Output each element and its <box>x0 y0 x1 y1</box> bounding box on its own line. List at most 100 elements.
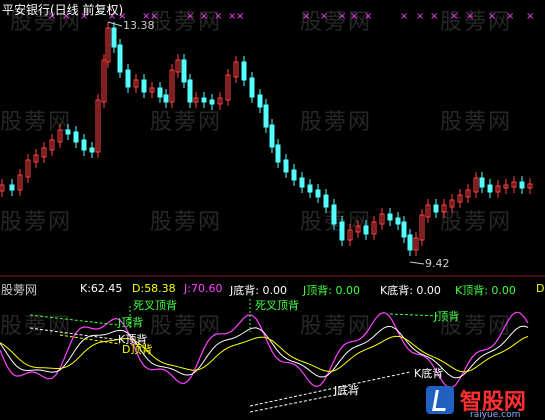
candle-body <box>323 194 329 208</box>
k-bottom-div-line <box>249 371 411 407</box>
site-logo: 智股网 raiyue.com <box>426 384 526 420</box>
j-value: J:70.60 <box>184 282 222 295</box>
candlestick-series <box>0 22 533 256</box>
logo-icon <box>426 386 454 414</box>
candle-body <box>81 139 87 151</box>
candle-body <box>401 221 407 238</box>
j-bottom-divergence-value: J底背: 0.00 <box>230 282 287 298</box>
k-top-divergence-value: K顶背: 0.00 <box>455 282 516 298</box>
logo-url: raiyue.com <box>470 410 521 420</box>
candle-body <box>387 213 393 221</box>
signal-marker: × <box>506 11 514 22</box>
d-truncated-label: D <box>536 282 545 295</box>
candle-body <box>479 177 485 188</box>
dead-cross-top-annotation: 死叉顶背 <box>255 299 299 312</box>
low-price-label: 9.42 <box>425 257 450 270</box>
candle-body <box>395 217 401 225</box>
k-number: 62.45 <box>90 282 123 295</box>
candle-body <box>519 181 525 189</box>
candle-body <box>331 204 337 225</box>
candle-body <box>407 234 413 251</box>
signal-marker: × <box>302 11 310 22</box>
j-top-divergence-value: J顶背: 0.00 <box>303 282 360 298</box>
signal-marker: × <box>214 11 222 22</box>
candle-body <box>269 124 275 148</box>
signal-marker: × <box>430 11 438 22</box>
signal-marker: × <box>338 11 346 22</box>
candle-body <box>315 189 321 198</box>
signal-marker: × <box>320 11 328 22</box>
chart-title: 平安银行(日线 前复权) <box>2 3 124 17</box>
j-bottom-annotation: J底背 <box>334 384 360 397</box>
j-top-annotation: J顶背 <box>118 316 144 329</box>
candle-body <box>249 77 255 98</box>
indicator-panel-label: 股蒡网 <box>1 283 38 297</box>
j-top-div-line <box>29 314 119 326</box>
j-bottom-div-number: 0.00 <box>262 284 287 297</box>
k-top-div-number: 0.00 <box>491 284 516 297</box>
signal-marker: × <box>450 11 458 22</box>
signal-marker: × <box>466 11 474 22</box>
j-top-annotation-2: J顶背 <box>434 310 460 323</box>
candle-body <box>257 94 263 108</box>
signal-marker: × <box>400 11 408 22</box>
j-bottom-div-label: J底背: <box>230 284 259 297</box>
price-annotations <box>107 21 425 265</box>
candle-body <box>201 97 207 103</box>
stock-chart-window: 股蒡网 股蒡网 股蒡网 股蒡网 股蒡网 股蒡网 股蒡网 股蒡网 股蒡网 股蒡网 … <box>0 0 545 420</box>
candle-body <box>363 225 369 235</box>
k-value: K:62.45 <box>80 282 122 295</box>
candle-body <box>163 94 169 103</box>
candle-body <box>73 131 79 143</box>
d-number: 58.38 <box>144 282 176 295</box>
low-pointer <box>409 261 425 265</box>
k-top-div-label: K顶背: <box>455 284 488 297</box>
high-pointer <box>107 21 123 27</box>
candle-body <box>275 144 281 163</box>
signal-marker: × <box>488 11 496 22</box>
j-number: 70.60 <box>190 282 223 295</box>
candle-body <box>433 204 439 213</box>
signal-marker: × <box>416 11 424 22</box>
candle-body <box>141 79 147 93</box>
candle-body <box>157 87 163 98</box>
signal-marker: × <box>364 11 372 22</box>
candle-body <box>307 184 313 193</box>
candle-body <box>283 159 289 173</box>
candle-body <box>339 221 345 241</box>
candle-body <box>291 169 297 181</box>
k-bottom-divergence-value: K底背: 0.00 <box>380 282 441 298</box>
k-label: K: <box>80 282 91 295</box>
signal-marker: × <box>350 11 358 22</box>
candle-body <box>209 99 215 105</box>
candle-body <box>187 79 193 103</box>
signal-marker: × <box>200 11 208 22</box>
dead-cross-top-annotation: 死叉顶背 <box>133 299 177 312</box>
d-value: D:58.38 <box>132 282 176 295</box>
j-label: J: <box>184 282 191 295</box>
candle-body <box>65 129 71 135</box>
candle-body <box>263 104 269 128</box>
candle-body <box>299 177 305 188</box>
k-bottom-div-label: K底背: <box>380 284 413 297</box>
candle-body <box>487 184 493 193</box>
signal-marker: × <box>236 11 244 22</box>
candle-body <box>9 184 15 191</box>
j-top-div-line-2 <box>389 313 441 317</box>
k-bottom-annotation: K底背 <box>414 367 444 380</box>
candle-body <box>89 147 95 153</box>
high-price-label: 13.38 <box>123 19 155 32</box>
j-top-div-label: J顶背: <box>303 284 332 297</box>
candle-body <box>117 44 123 73</box>
d-label: D: <box>132 282 145 295</box>
candle-body <box>241 61 247 81</box>
d-top-annotation: D顶背 <box>122 343 153 356</box>
signal-marker: × <box>186 11 194 22</box>
signal-marker: × <box>526 11 534 22</box>
price-chart[interactable]: × × × × × × × × × × × × × × × × × × × × × × × × × <box>0 0 545 420</box>
d-line <box>0 335 529 373</box>
j-top-div-number: 0.00 <box>335 284 360 297</box>
candle-body <box>125 69 131 88</box>
k-bottom-div-number: 0.00 <box>416 284 441 297</box>
candle-body <box>111 27 117 48</box>
